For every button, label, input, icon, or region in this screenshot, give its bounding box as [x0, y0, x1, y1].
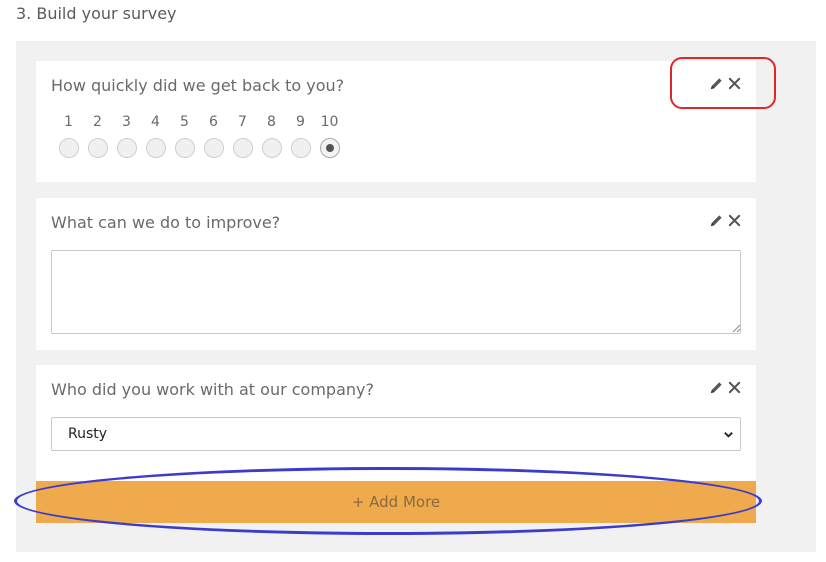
scale-radio[interactable]	[261, 138, 282, 158]
scale-radio[interactable]	[87, 138, 108, 158]
scale-radio[interactable]	[290, 138, 311, 158]
scale-radio[interactable]	[319, 138, 340, 158]
question-label: Who did you work with at our company?	[51, 380, 374, 399]
pencil-icon[interactable]	[708, 379, 724, 395]
section-title: 3. Build your survey	[16, 4, 177, 23]
radio-dot	[325, 144, 334, 152]
scale-option-label: 8	[267, 114, 276, 130]
scale-radio[interactable]	[203, 138, 224, 158]
question-card-scale: How quickly did we get back to you? 1 2 3 4…	[36, 61, 756, 182]
scale-option-label: 10	[320, 114, 339, 130]
employee-select[interactable]: Rusty	[51, 417, 741, 451]
question-label: What can we do to improve?	[51, 213, 281, 232]
improvement-textarea[interactable]	[51, 250, 741, 334]
pencil-icon[interactable]	[708, 212, 724, 228]
question-actions	[708, 379, 742, 395]
scale-radio[interactable]	[145, 138, 166, 158]
scale-option[interactable]: 10	[312, 112, 347, 158]
question-actions	[708, 212, 742, 228]
scale-option-label: 1	[64, 114, 73, 130]
scale-radio[interactable]	[232, 138, 253, 158]
question-label: How quickly did we get back to you?	[51, 76, 345, 95]
select-value: Rusty	[68, 426, 108, 442]
scale-radio[interactable]	[58, 138, 79, 158]
close-icon[interactable]	[726, 379, 742, 395]
scale-radio[interactable]	[174, 138, 195, 158]
scale-option-label: 2	[93, 114, 102, 130]
highlight-edit-actions	[670, 57, 776, 109]
scale-radio[interactable]	[116, 138, 137, 158]
resize-handle-icon[interactable]	[732, 324, 741, 333]
scale-option-label: 9	[296, 114, 305, 130]
close-icon[interactable]	[726, 212, 742, 228]
highlight-add-more	[14, 467, 762, 535]
scale-option-label: 7	[238, 114, 247, 130]
scale-option-label: 5	[180, 114, 189, 130]
scale-option-label: 3	[122, 114, 131, 130]
scale-option-label: 6	[209, 114, 218, 130]
question-card-text: What can we do to improve?	[36, 198, 756, 350]
rating-scale: 1 2 3 4 5 6 7 8 9 10	[51, 112, 347, 158]
chevron-down-icon	[724, 432, 733, 438]
scale-option-label: 4	[151, 114, 160, 130]
